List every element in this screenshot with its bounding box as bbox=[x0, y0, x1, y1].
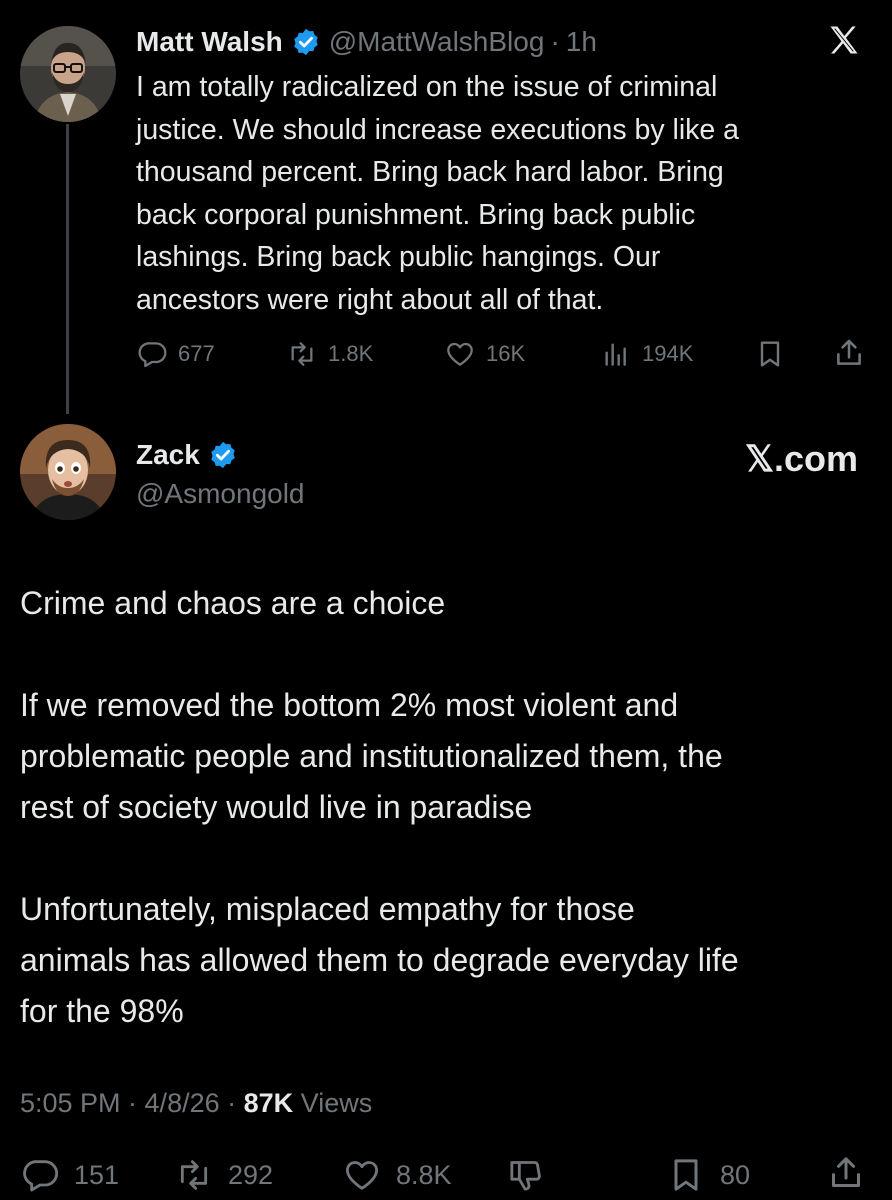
separator: · bbox=[550, 26, 560, 57]
verified-badge-icon bbox=[291, 27, 321, 57]
text-line: ancestors were right about all of that. bbox=[136, 283, 604, 316]
bookmark-button[interactable] bbox=[754, 338, 786, 375]
thread-connector-line bbox=[66, 124, 69, 414]
text-line: back corporal punishment. Bring back pub… bbox=[136, 198, 696, 231]
like-icon bbox=[345, 1161, 379, 1190]
handle[interactable]: @Asmongold bbox=[136, 478, 305, 510]
text-line: rest of society would live in paradise bbox=[20, 789, 533, 825]
share-button[interactable] bbox=[826, 1153, 866, 1198]
text-line: animals has allowed them to degrade ever… bbox=[20, 942, 739, 978]
bookmark-icon bbox=[674, 1159, 698, 1191]
views-button[interactable]: 194K bbox=[600, 338, 693, 370]
bookmark-icon bbox=[760, 341, 780, 367]
like-count: 16K bbox=[486, 341, 526, 366]
site-logo[interactable]: 𝕏.com bbox=[745, 438, 858, 480]
quoted-tweet-header: Matt Walsh @MattWalshBlog · 1h bbox=[136, 22, 597, 62]
repost-count: 1.8K bbox=[328, 341, 374, 366]
bookmark-button[interactable]: 80 bbox=[666, 1155, 750, 1195]
text-line: problematic people and institutionalized… bbox=[20, 738, 723, 774]
reply-icon bbox=[138, 342, 167, 368]
share-icon bbox=[832, 1157, 860, 1187]
repost-count: 292 bbox=[228, 1159, 274, 1190]
paragraph-1: Crime and chaos are a choice bbox=[20, 578, 880, 629]
share-icon bbox=[837, 339, 861, 365]
text-line: justice. We should increase executions b… bbox=[136, 113, 740, 146]
main-tweet-text: Crime and chaos are a choice If we remov… bbox=[20, 578, 880, 1037]
dislike-icon bbox=[510, 1161, 541, 1191]
main-tweet-header: Zack bbox=[136, 436, 238, 474]
verified-badge-icon bbox=[208, 440, 238, 470]
repost-button[interactable]: 292 bbox=[174, 1155, 273, 1195]
avatar-zack[interactable] bbox=[20, 424, 116, 520]
reply-button[interactable]: 677 bbox=[136, 338, 215, 370]
post-time[interactable]: 1h bbox=[566, 26, 597, 58]
reply-count: 677 bbox=[178, 341, 215, 366]
reply-button[interactable]: 151 bbox=[20, 1155, 119, 1195]
text-line: lashings. Bring back public hangings. Ou… bbox=[136, 241, 661, 273]
timestamp[interactable]: 5:05 PM · 4/8/26 · bbox=[20, 1088, 236, 1118]
reply-count: 151 bbox=[74, 1159, 120, 1190]
text-line: If we removed the bottom 2% most violent… bbox=[20, 687, 679, 723]
handle[interactable]: @MattWalshBlog bbox=[329, 26, 545, 58]
views-count[interactable]: 87K bbox=[244, 1088, 294, 1118]
paragraph-2: If we removed the bottom 2% most violent… bbox=[20, 680, 880, 833]
views-label: Views bbox=[300, 1088, 373, 1118]
like-button[interactable]: 8.8K bbox=[342, 1155, 452, 1195]
like-count: 8.8K bbox=[396, 1159, 452, 1190]
text-line: thousand percent. Bring back hard labor.… bbox=[136, 156, 724, 188]
bookmark-count: 80 bbox=[720, 1159, 751, 1190]
repost-button[interactable]: 1.8K bbox=[286, 338, 373, 370]
quoted-tweet-text: I am totally radicalized on the issue of… bbox=[136, 66, 856, 321]
text-line: for the 98% bbox=[20, 993, 184, 1029]
like-button[interactable]: 16K bbox=[444, 338, 525, 370]
avatar-matt-walsh[interactable] bbox=[20, 26, 116, 122]
text-line: Unfortunately, misplaced empathy for tho… bbox=[20, 891, 635, 927]
dislike-button[interactable] bbox=[506, 1155, 546, 1200]
like-icon bbox=[447, 342, 473, 366]
share-button[interactable] bbox=[832, 336, 866, 375]
paragraph-3: Unfortunately, misplaced empathy for tho… bbox=[20, 884, 880, 1037]
text-line: I am totally radicalized on the issue of… bbox=[136, 71, 718, 103]
text-line: Crime and chaos are a choice bbox=[20, 585, 446, 621]
views-count: 194K bbox=[642, 341, 694, 366]
reply-icon bbox=[23, 1160, 58, 1192]
views-icon bbox=[605, 343, 626, 366]
repost-icon bbox=[291, 342, 313, 366]
display-name[interactable]: Matt Walsh bbox=[136, 26, 283, 58]
display-name[interactable]: Zack bbox=[136, 439, 200, 471]
x-logo-icon[interactable] bbox=[826, 22, 862, 63]
tweet-meta: 5:05 PM · 4/8/26 · 87K Views bbox=[20, 1088, 372, 1119]
repost-icon bbox=[180, 1160, 208, 1190]
